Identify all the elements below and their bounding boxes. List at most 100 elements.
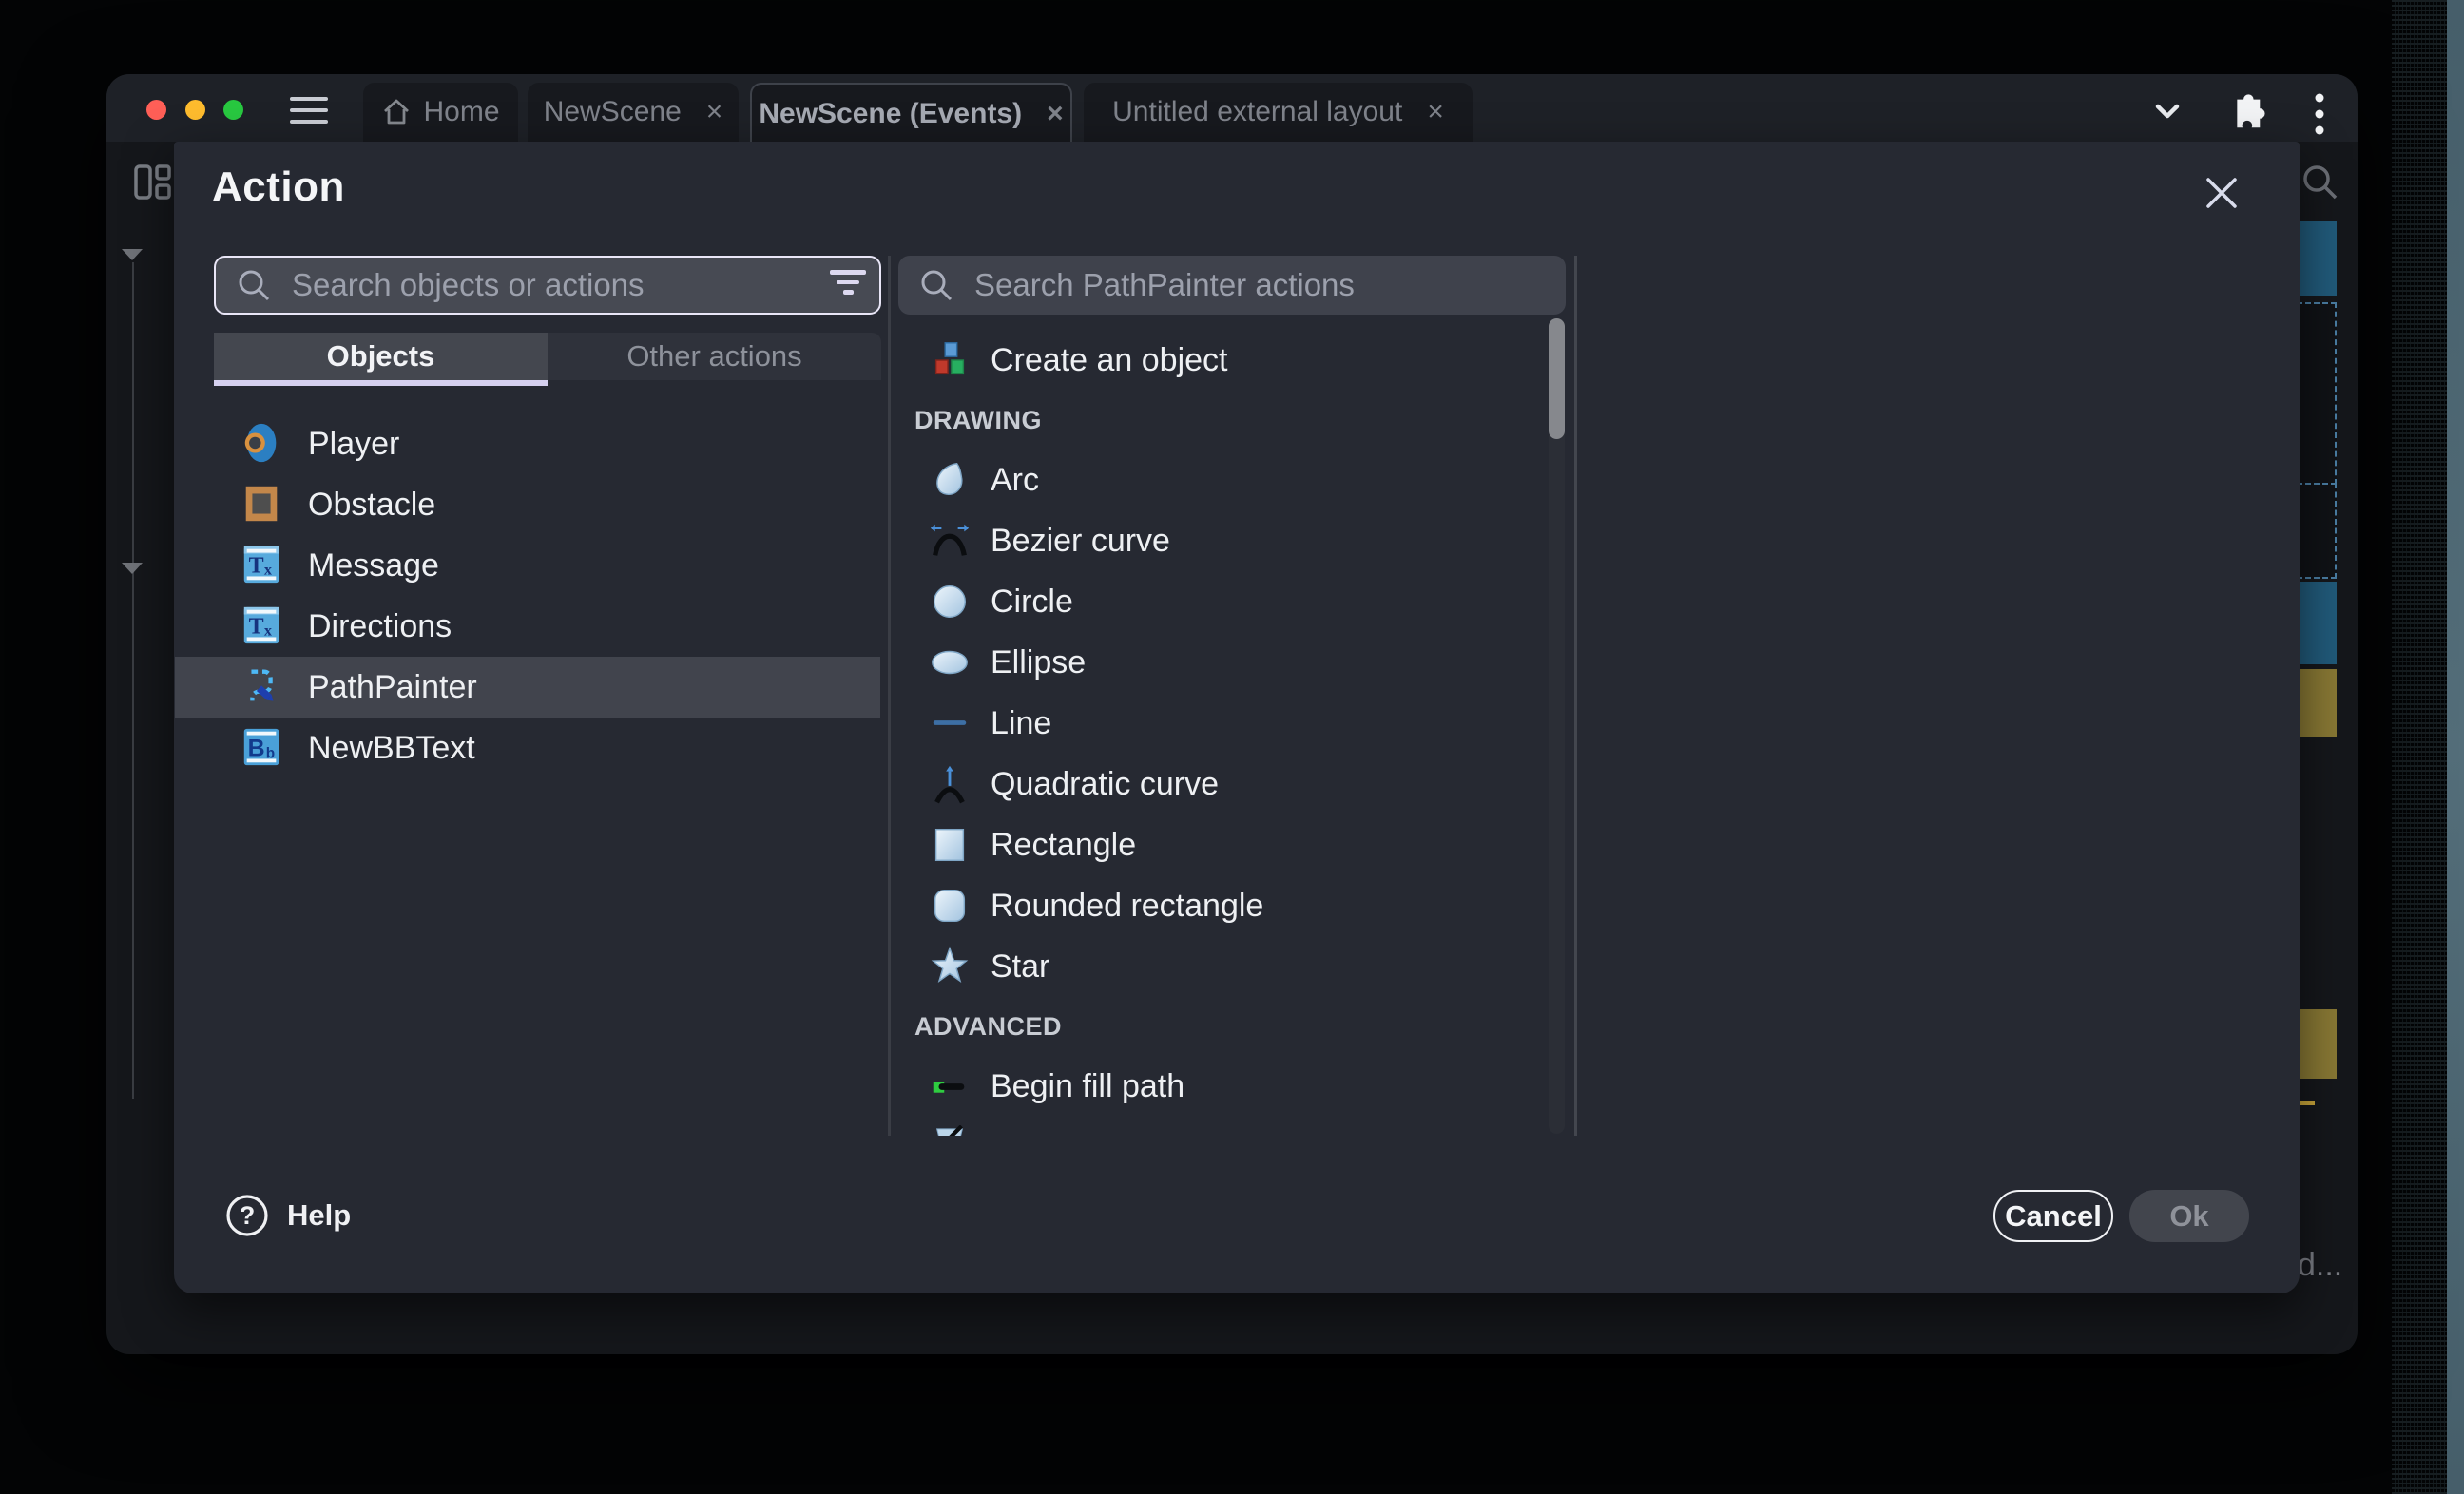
- event-selection-box[interactable]: [2297, 302, 2337, 485]
- text-object-icon: Tx: [240, 543, 285, 588]
- desktop-edge-strip: [2447, 0, 2464, 1494]
- event-condition-block[interactable]: [2297, 221, 2337, 296]
- editor-tab-untitled-external-layout[interactable]: Untitled external layout ×: [1084, 83, 1473, 142]
- section-header-advanced: ADVANCED: [898, 997, 1545, 1056]
- obstacle-icon: [240, 482, 285, 527]
- create-object-icon: [928, 338, 972, 382]
- search-objects-field[interactable]: [214, 256, 881, 315]
- object-row-player[interactable]: Player: [175, 413, 880, 474]
- action-row-clipped[interactable]: [898, 1117, 1545, 1136]
- object-label: NewBBText: [308, 730, 475, 767]
- ok-button[interactable]: Ok: [2129, 1190, 2249, 1242]
- event-action-block[interactable]: [2297, 1009, 2337, 1079]
- events-search-icon[interactable]: [2300, 162, 2339, 201]
- tab-close-icon[interactable]: ×: [706, 98, 723, 126]
- section-header-drawing: DRAWING: [898, 391, 1545, 450]
- action-list: Create an object DRAWING Arc Bezier curve Ci…: [898, 330, 1545, 1136]
- home-icon: [381, 97, 412, 127]
- object-row-pathpainter[interactable]: PathPainter: [175, 657, 880, 718]
- action-row-circle[interactable]: Circle: [898, 571, 1545, 632]
- svg-text:B: B: [248, 736, 265, 762]
- action-row-arc[interactable]: Arc: [898, 450, 1545, 510]
- tab-objects[interactable]: Objects: [214, 333, 548, 380]
- tab-label: Home: [423, 96, 499, 128]
- help-button[interactable]: ? Help: [224, 1193, 351, 1238]
- svg-text:b: b: [266, 746, 275, 762]
- dialog-close-icon[interactable]: [2201, 172, 2243, 214]
- search-icon: [917, 266, 955, 304]
- tab-label: NewScene: [544, 96, 682, 128]
- rounded-rect-icon: [928, 884, 972, 928]
- begin-fill-icon: [928, 1064, 972, 1108]
- action-row-bezier-curve[interactable]: Bezier curve: [898, 510, 1545, 571]
- tab-close-icon[interactable]: ×: [1047, 100, 1064, 128]
- macos-zoom-button[interactable]: [223, 100, 243, 120]
- event-condition-block[interactable]: [2297, 582, 2337, 664]
- tab-label: Untitled external layout: [1112, 96, 1402, 128]
- extensions-puzzle-icon[interactable]: [2223, 90, 2266, 134]
- action-row-create-an-object[interactable]: Create an object: [898, 330, 1545, 391]
- clipped-partial-icon: [928, 1125, 972, 1136]
- cancel-button[interactable]: Cancel: [1993, 1190, 2113, 1242]
- macos-minimize-button[interactable]: [185, 100, 205, 120]
- action-label: Create an object: [991, 342, 1228, 379]
- search-actions-field[interactable]: [898, 256, 1566, 315]
- action-label: Bezier curve: [991, 523, 1170, 560]
- tree-expander-icon[interactable]: [122, 563, 143, 574]
- svg-text:T: T: [249, 615, 264, 640]
- scrollbar-track[interactable]: [1549, 318, 1565, 1134]
- object-row-newbbtext[interactable]: Bb NewBBText: [175, 718, 880, 778]
- desktop-background-noise: [2392, 0, 2447, 1494]
- chevron-down-icon[interactable]: [2146, 90, 2188, 132]
- object-label: Player: [308, 426, 399, 463]
- action-row-star[interactable]: Star: [898, 936, 1545, 997]
- player-icon: [240, 421, 285, 467]
- event-selection-box[interactable]: [2297, 483, 2337, 579]
- search-objects-input[interactable]: [290, 266, 788, 304]
- star-icon: [928, 945, 972, 988]
- editor-tab-home[interactable]: Home: [363, 83, 518, 142]
- editor-tab-newscene[interactable]: NewScene ×: [528, 83, 739, 142]
- svg-text:T: T: [249, 554, 264, 579]
- panel-divider: [888, 256, 891, 1136]
- object-row-directions[interactable]: TxDirections: [175, 596, 880, 657]
- panels-layout-icon[interactable]: [134, 164, 172, 201]
- action-row-line[interactable]: Line: [898, 693, 1545, 754]
- main-menu-hamburger-icon[interactable]: [290, 89, 328, 131]
- tree-expander-icon[interactable]: [122, 249, 143, 260]
- svg-text:?: ?: [240, 1201, 256, 1230]
- action-row-ellipse[interactable]: Ellipse: [898, 632, 1545, 693]
- object-label: Obstacle: [308, 487, 435, 524]
- list-right-divider: [1574, 256, 1577, 1136]
- action-label: Rectangle: [991, 827, 1136, 864]
- left-panel-tabs: Objects Other actions: [214, 333, 881, 380]
- editor-tab-newscene-events-[interactable]: NewScene (Events) ×: [750, 83, 1072, 144]
- action-row-rectangle[interactable]: Rectangle: [898, 814, 1545, 875]
- search-actions-input[interactable]: [972, 266, 1471, 304]
- action-row-quadratic-curve[interactable]: Quadratic curve: [898, 754, 1545, 814]
- quadratic-icon: [928, 762, 972, 806]
- object-row-message[interactable]: Tx Message: [175, 535, 880, 596]
- tab-label: NewScene (Events): [759, 98, 1022, 130]
- event-action-block[interactable]: [2297, 669, 2337, 737]
- action-label: Star: [991, 948, 1049, 986]
- object-label: Message: [308, 547, 439, 584]
- filter-icon[interactable]: [830, 270, 866, 300]
- macos-close-button[interactable]: [146, 100, 166, 120]
- scrollbar-thumb[interactable]: [1549, 318, 1565, 439]
- tab-other-actions[interactable]: Other actions: [548, 333, 881, 380]
- text-object-icon: Tx: [240, 603, 285, 649]
- action-label: Arc: [991, 462, 1039, 499]
- action-row-begin-fill-path[interactable]: Begin fill path: [898, 1056, 1545, 1117]
- action-label: Ellipse: [991, 644, 1086, 681]
- svg-text:x: x: [264, 561, 273, 579]
- bbtext-icon: Bb: [240, 725, 285, 771]
- path-painter-icon: [240, 664, 285, 710]
- action-row-rounded-rectangle[interactable]: Rounded rectangle: [898, 875, 1545, 936]
- tab-close-icon[interactable]: ×: [1427, 98, 1444, 126]
- events-tree-line: [132, 262, 134, 1099]
- object-row-obstacle[interactable]: Obstacle: [175, 474, 880, 535]
- kebab-menu-icon[interactable]: [2310, 90, 2329, 138]
- action-label: Line: [991, 705, 1051, 742]
- dialog-title: Action: [212, 163, 345, 211]
